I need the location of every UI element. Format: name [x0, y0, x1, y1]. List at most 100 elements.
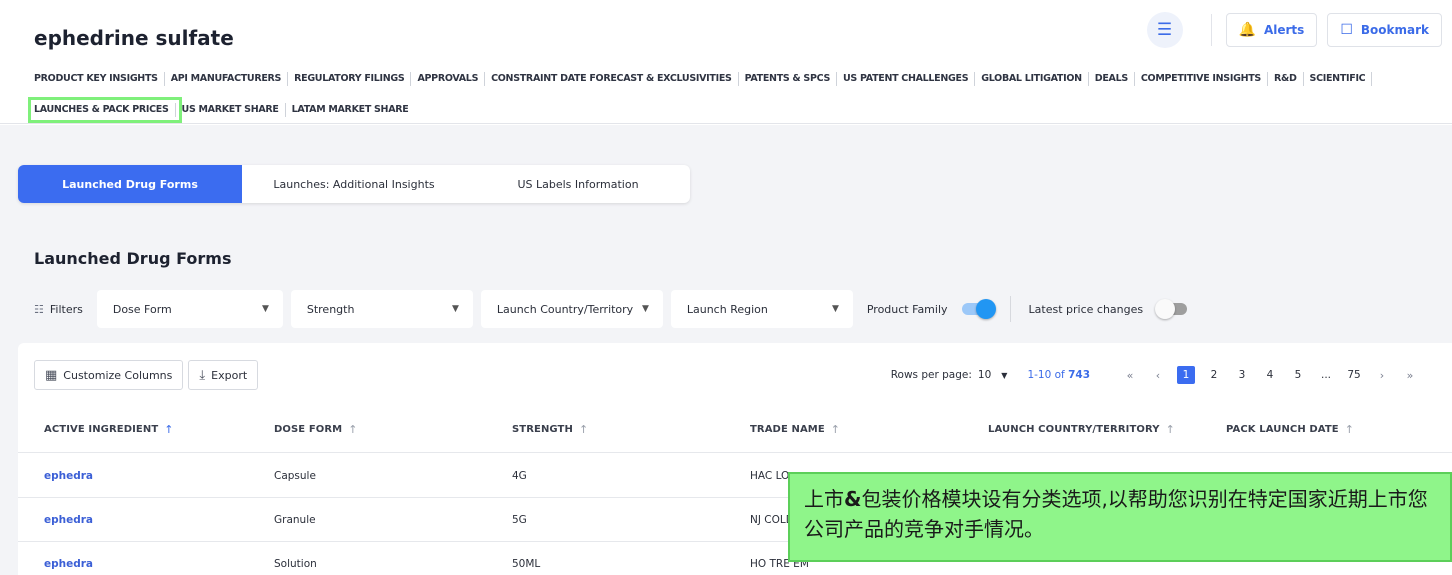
ingredient-link[interactable]: ephedra: [44, 542, 93, 575]
strength-cell: 4G: [512, 470, 527, 482]
nav-us-patent-challenges[interactable]: US PATENT CHALLENGES: [843, 72, 976, 86]
dropdown-label: Launch Region: [686, 302, 768, 316]
page-ellipsis: ...: [1320, 369, 1331, 381]
latest-price-toggle[interactable]: [1155, 299, 1188, 319]
col-launch-country[interactable]: LAUNCH COUNTRY/TERRITORY ↑: [988, 405, 1175, 453]
strength-dropdown[interactable]: Strength ▼: [290, 290, 473, 328]
filters-button[interactable]: ☷ Filters: [34, 303, 83, 316]
customize-label: Customize Columns: [63, 368, 173, 382]
nav-scientific[interactable]: SCIENTIFIC: [1310, 72, 1373, 86]
tab-us-labels-information[interactable]: US Labels Information: [466, 165, 690, 203]
sort-up-icon: ↑: [578, 422, 589, 436]
table-header: ACTIVE INGREDIENT ↑ DOSE FORM ↑ STRENGTH ↑ …: [18, 405, 1452, 453]
ingredient-link[interactable]: ephedra: [44, 454, 93, 498]
tab-launched-drug-forms[interactable]: Launched Drug Forms: [18, 165, 242, 203]
col-strength[interactable]: STRENGTH ↑: [512, 405, 588, 453]
sort-up-icon: ↑: [1165, 422, 1175, 436]
section-nav: PRODUCT KEY INSIGHTS API MANUFACTURERS R…: [28, 69, 1434, 131]
bookmark-label: Bookmark: [1360, 23, 1429, 37]
export-label: Export: [211, 368, 248, 382]
section-title: Launched Drug Forms: [34, 249, 232, 268]
page-button[interactable]: 4: [1261, 366, 1279, 384]
dose-form-cell: Capsule: [274, 470, 316, 482]
range-total: 743: [1068, 369, 1090, 381]
column-label: ACTIVE INGREDIENT: [44, 423, 159, 435]
list-view-icon[interactable]: ☰: [1146, 12, 1183, 48]
nav-patents-spcs[interactable]: PATENTS & SPCS: [745, 72, 838, 86]
product-family-toggle[interactable]: [961, 299, 996, 319]
page-button[interactable]: 3: [1233, 366, 1251, 384]
download-icon: ⤓: [199, 367, 206, 383]
page-button[interactable]: 75: [1345, 366, 1363, 384]
nav-latam-market-share[interactable]: LATAM MARKET SHARE: [292, 103, 415, 117]
strength-cell: 50ML: [512, 558, 541, 570]
page-title: ephedrine sulfate: [34, 26, 234, 50]
column-label: PACK LAUNCH DATE: [1226, 423, 1339, 435]
nav-competitive-insights[interactable]: COMPETITIVE INSIGHTS: [1141, 72, 1268, 86]
product-family-toggle-group: Product Family: [867, 299, 996, 319]
sort-up-icon: ↑: [830, 422, 841, 436]
nav-regulatory-filings[interactable]: REGULATORY FILINGS: [294, 72, 412, 86]
sort-up-icon: ↑: [164, 422, 174, 436]
callout-text-1: 上市: [804, 487, 844, 511]
col-dose-form[interactable]: DOSE FORM ↑: [274, 405, 358, 453]
bell-icon: 🔔: [1238, 22, 1256, 38]
pagination: Rows per page: 10 ▼ 1-10 of 743 « ‹ 1 2 …: [891, 360, 1424, 390]
nav-launches-pack-prices[interactable]: LAUNCHES & PACK PRICES: [28, 97, 182, 123]
alerts-label: Alerts: [1263, 23, 1305, 37]
sub-tabs: Launched Drug Forms Launches: Additional…: [18, 165, 690, 203]
chevron-down-icon: ▼: [451, 304, 459, 314]
range-text: 1-10 of 743: [1027, 369, 1090, 381]
rows-per-page-label: Rows per page:: [890, 369, 972, 381]
last-page-icon[interactable]: »: [1401, 366, 1419, 384]
nav-approvals[interactable]: APPROVALS: [417, 72, 486, 86]
header-actions: ☰ 🔔 Alerts ☐ Bookmark: [1146, 12, 1452, 48]
nav-global-litigation[interactable]: GLOBAL LITIGATION: [981, 72, 1089, 86]
dose-form-dropdown[interactable]: Dose Form ▼: [96, 290, 283, 328]
annotation-callout: 上市&包装价格模块设有分类选项,以帮助您识别在特定国家近期上市您公司产品的竞争对…: [788, 472, 1452, 562]
next-page-icon[interactable]: ›: [1373, 366, 1391, 384]
export-button[interactable]: ⤓ Export: [188, 360, 259, 390]
dropdown-label: Dose Form: [112, 302, 172, 316]
bookmark-button[interactable]: ☐ Bookmark: [1327, 13, 1442, 47]
filters-label: Filters: [49, 302, 83, 316]
toggle-knob: [975, 299, 996, 319]
col-pack-launch-date[interactable]: PACK LAUNCH DATE ↑: [1226, 405, 1354, 453]
page-button[interactable]: 1: [1177, 366, 1195, 384]
ingredient-link[interactable]: ephedra: [44, 498, 93, 542]
nav-deals[interactable]: DEALS: [1095, 72, 1135, 86]
nav-rnd[interactable]: R&D: [1274, 72, 1304, 86]
page-button[interactable]: 5: [1289, 366, 1307, 384]
dropdown-label: Strength: [306, 302, 355, 316]
col-active-ingredient[interactable]: ACTIVE INGREDIENT ↑: [44, 405, 174, 453]
divider: [1210, 14, 1212, 46]
bookmark-icon: ☐: [1340, 22, 1353, 38]
nav-row-1: PRODUCT KEY INSIGHTS API MANUFACTURERS R…: [34, 69, 1434, 89]
first-page-icon[interactable]: «: [1121, 366, 1139, 384]
prev-page-icon[interactable]: ‹: [1149, 366, 1167, 384]
filter-icon: ☷: [34, 302, 44, 316]
column-label: STRENGTH: [512, 423, 573, 435]
nav-product-key-insights[interactable]: PRODUCT KEY INSIGHTS: [34, 72, 165, 86]
page-button[interactable]: 2: [1205, 366, 1223, 384]
launch-country-dropdown[interactable]: Launch Country/Territory ▼: [480, 290, 663, 328]
strength-cell: 5G: [512, 514, 527, 526]
tab-launches-additional-insights[interactable]: Launches: Additional Insights: [242, 165, 466, 203]
column-label: DOSE FORM: [274, 423, 343, 435]
trade-name-cell: HAC LO: [750, 470, 790, 482]
column-label: TRADE NAME: [750, 423, 825, 435]
customize-columns-button[interactable]: ▦ Customize Columns: [34, 360, 184, 390]
alerts-button[interactable]: 🔔 Alerts: [1225, 13, 1318, 47]
callout-ampersand: &: [844, 487, 862, 511]
chevron-down-icon: ▼: [641, 304, 649, 314]
nav-constraint-date-forecast[interactable]: CONSTRAINT DATE FORECAST & EXCLUSIVITIES: [491, 72, 739, 86]
divider: [1009, 296, 1011, 322]
nav-api-manufacturers[interactable]: API MANUFACTURERS: [171, 72, 289, 86]
dose-form-cell: Solution: [274, 558, 317, 570]
sort-up-icon: ↑: [348, 422, 358, 436]
launch-region-dropdown[interactable]: Launch Region ▼: [670, 290, 853, 328]
col-trade-name[interactable]: TRADE NAME ↑: [750, 405, 840, 453]
rows-per-page-select[interactable]: 10: [978, 369, 991, 381]
nav-us-market-share[interactable]: US MARKET SHARE: [182, 103, 286, 117]
chevron-down-icon: ▼: [831, 304, 839, 314]
